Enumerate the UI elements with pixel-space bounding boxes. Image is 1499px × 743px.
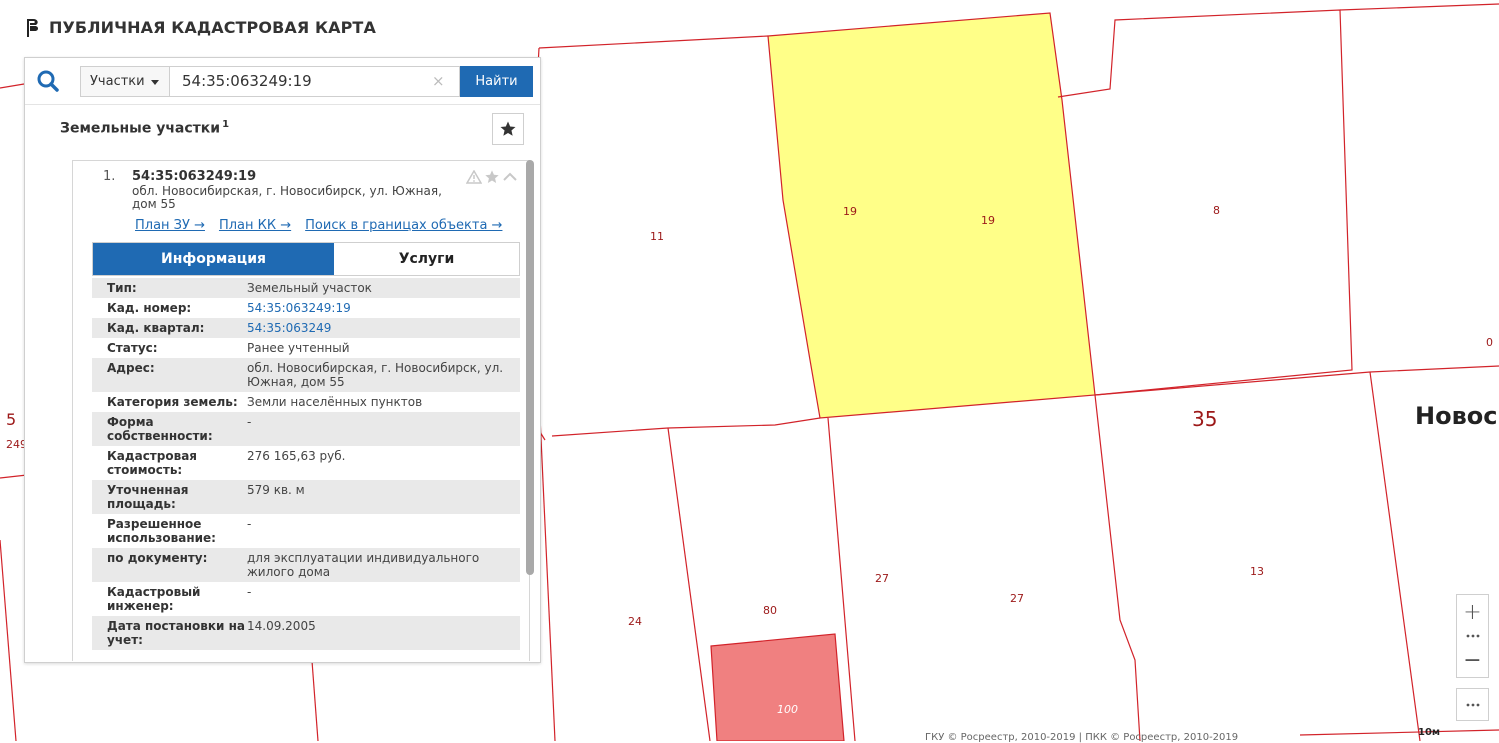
info-row: Адрес: обл. Новосибирская, г. Новосибирск… bbox=[92, 358, 520, 392]
info-value[interactable]: 54:35:063249:19 bbox=[247, 301, 507, 315]
info-value[interactable]: 54:35:063249 bbox=[247, 321, 507, 335]
info-row: Уточненная площадь: 579 кв. м bbox=[92, 480, 520, 514]
info-value: 276 165,63 руб. bbox=[247, 449, 346, 463]
parcel-label-80: 80 bbox=[763, 604, 777, 617]
search-bar: Участки 54:35:063249:19 × Найти bbox=[25, 58, 540, 105]
parcel-label-19b: 19 bbox=[981, 214, 995, 227]
city-label: Новос bbox=[1415, 402, 1497, 430]
item-address: обл. Новосибирская, г. Новосибирск, ул. … bbox=[132, 184, 442, 211]
info-value: Ранее учтенный bbox=[247, 341, 350, 355]
info-row: Кад. номер: 54:35:063249:19 bbox=[92, 298, 520, 318]
plan-zu-link[interactable]: План ЗУ → bbox=[135, 218, 205, 233]
app-title-text: ПУБЛИЧНАЯ КАДАСТРОВАЯ КАРТА bbox=[49, 18, 376, 37]
info-value: - bbox=[247, 517, 252, 531]
info-label: по документу: bbox=[107, 551, 208, 565]
info-value: 579 кв. м bbox=[247, 483, 305, 497]
info-label: Категория земель: bbox=[107, 395, 238, 409]
star-icon bbox=[500, 121, 516, 136]
info-row: Разрешенное использование: - bbox=[92, 514, 520, 548]
building-label-100: 100 bbox=[777, 703, 798, 716]
find-button[interactable]: Найти bbox=[460, 66, 533, 97]
building-100[interactable] bbox=[710, 633, 845, 741]
results-title-text: Земельные участки bbox=[60, 120, 221, 137]
search-in-bounds-link[interactable]: Поиск в границах объекта → bbox=[305, 218, 502, 233]
info-label: Дата постановки на учет: bbox=[107, 619, 245, 647]
parcel-label-11: 11 bbox=[650, 230, 664, 243]
more-options-button[interactable] bbox=[1456, 688, 1489, 721]
favorites-button[interactable] bbox=[492, 113, 524, 145]
info-label: Кадастровая стоимость: bbox=[107, 449, 197, 477]
info-label: Тип: bbox=[107, 281, 137, 295]
parcel-label-24: 24 bbox=[628, 615, 642, 628]
zoom-in-button[interactable]: + bbox=[1457, 595, 1488, 629]
info-label: Статус: bbox=[107, 341, 158, 355]
plan-kk-link[interactable]: План КК → bbox=[219, 218, 291, 233]
info-row: Статус: Ранее учтенный bbox=[92, 338, 520, 358]
info-label: Кад. номер: bbox=[107, 301, 192, 315]
more-dots-icon bbox=[1466, 703, 1479, 706]
info-row: Кадастровая стоимость: 276 165,63 руб. bbox=[92, 446, 520, 480]
info-label: Уточненная площадь: bbox=[107, 483, 189, 511]
info-table: Тип: Земельный участок Кад. номер: 54:35:06… bbox=[92, 278, 520, 650]
info-row: Кад. квартал: 54:35:063249 bbox=[92, 318, 520, 338]
info-label: Адрес: bbox=[107, 361, 155, 375]
tab-information[interactable]: Информация bbox=[93, 243, 334, 275]
app-title: ПУБЛИЧНАЯ КАДАСТРОВАЯ КАРТА bbox=[26, 18, 376, 37]
warning-icon[interactable] bbox=[466, 170, 482, 184]
results-title: Земельные участки 1 bbox=[60, 119, 229, 137]
parcel-label-13: 13 bbox=[1250, 565, 1264, 578]
zoom-level-icon bbox=[1457, 629, 1488, 643]
object-type-select[interactable]: Участки bbox=[80, 66, 170, 97]
search-icon[interactable] bbox=[34, 67, 62, 95]
info-value: обл. Новосибирская, г. Новосибирск, ул. … bbox=[247, 361, 504, 389]
info-row: Кадастровый инженер: - bbox=[92, 582, 520, 616]
result-card: 1. 54:35:063249:19 обл. Новосибирская, г… bbox=[72, 160, 530, 661]
info-value: Земельный участок bbox=[247, 281, 372, 295]
info-row: Форма собственности: - bbox=[92, 412, 520, 446]
item-actions bbox=[466, 169, 518, 185]
search-query: 54:35:063249:19 bbox=[182, 72, 312, 90]
object-type-label: Участки bbox=[90, 74, 145, 89]
info-value: 14.09.2005 bbox=[247, 619, 316, 633]
parcel-label-27a: 27 bbox=[875, 572, 889, 585]
info-label: Форма собственности: bbox=[107, 415, 213, 443]
parcel-label-27b: 27 bbox=[1010, 592, 1024, 605]
info-row: Тип: Земельный участок bbox=[92, 278, 520, 298]
item-number: 1. bbox=[103, 169, 116, 184]
item-tabs: Информация Услуги bbox=[92, 242, 520, 276]
zoom-control: + − bbox=[1456, 594, 1489, 678]
info-label: Разрешенное использование: bbox=[107, 517, 216, 545]
tab-services[interactable]: Услуги bbox=[334, 243, 519, 275]
edge-label-5: 5 bbox=[6, 410, 16, 429]
edge-label-0: 0 bbox=[1486, 336, 1493, 349]
info-value: - bbox=[247, 585, 252, 599]
parcel-label-19a: 19 bbox=[843, 205, 857, 218]
results-scrollbar[interactable] bbox=[526, 160, 534, 575]
plus-icon: + bbox=[1463, 599, 1482, 625]
map-attribution: ГКУ © Росреестр, 2010-2019 | ПКК © Росре… bbox=[925, 732, 1239, 743]
info-row: по документу: для эксплуатации индивидуал… bbox=[92, 548, 520, 582]
info-value: - bbox=[247, 415, 252, 429]
minus-icon: − bbox=[1463, 647, 1482, 673]
zoom-out-button[interactable]: − bbox=[1457, 643, 1488, 677]
map-scale: 10м bbox=[1418, 727, 1441, 738]
info-label: Кад. квартал: bbox=[107, 321, 205, 335]
rosreestr-logo-icon bbox=[27, 18, 38, 37]
item-cadastral-number[interactable]: 54:35:063249:19 bbox=[132, 169, 256, 184]
results-count: 1 bbox=[222, 119, 230, 130]
info-value: Земли населённых пунктов bbox=[247, 395, 423, 409]
search-input[interactable]: 54:35:063249:19 bbox=[170, 66, 460, 97]
parcel-19-selected[interactable] bbox=[767, 12, 1096, 419]
info-row: Дата постановки на учет: 14.09.2005 bbox=[92, 616, 520, 650]
info-value: для эксплуатации индивидуального жилого … bbox=[247, 551, 480, 579]
info-row: Категория земель: Земли населённых пункто… bbox=[92, 392, 520, 412]
item-links: План ЗУ → План КК → Поиск в границах объ… bbox=[135, 218, 502, 233]
block-label-35: 35 bbox=[1192, 407, 1217, 431]
parcel-label-8: 8 bbox=[1213, 204, 1220, 217]
info-label: Кадастровый инженер: bbox=[107, 585, 201, 613]
clear-icon[interactable]: × bbox=[432, 73, 445, 89]
star-outline-icon[interactable] bbox=[484, 169, 500, 185]
chevron-up-icon[interactable] bbox=[502, 170, 518, 184]
chevron-down-icon bbox=[151, 80, 159, 85]
